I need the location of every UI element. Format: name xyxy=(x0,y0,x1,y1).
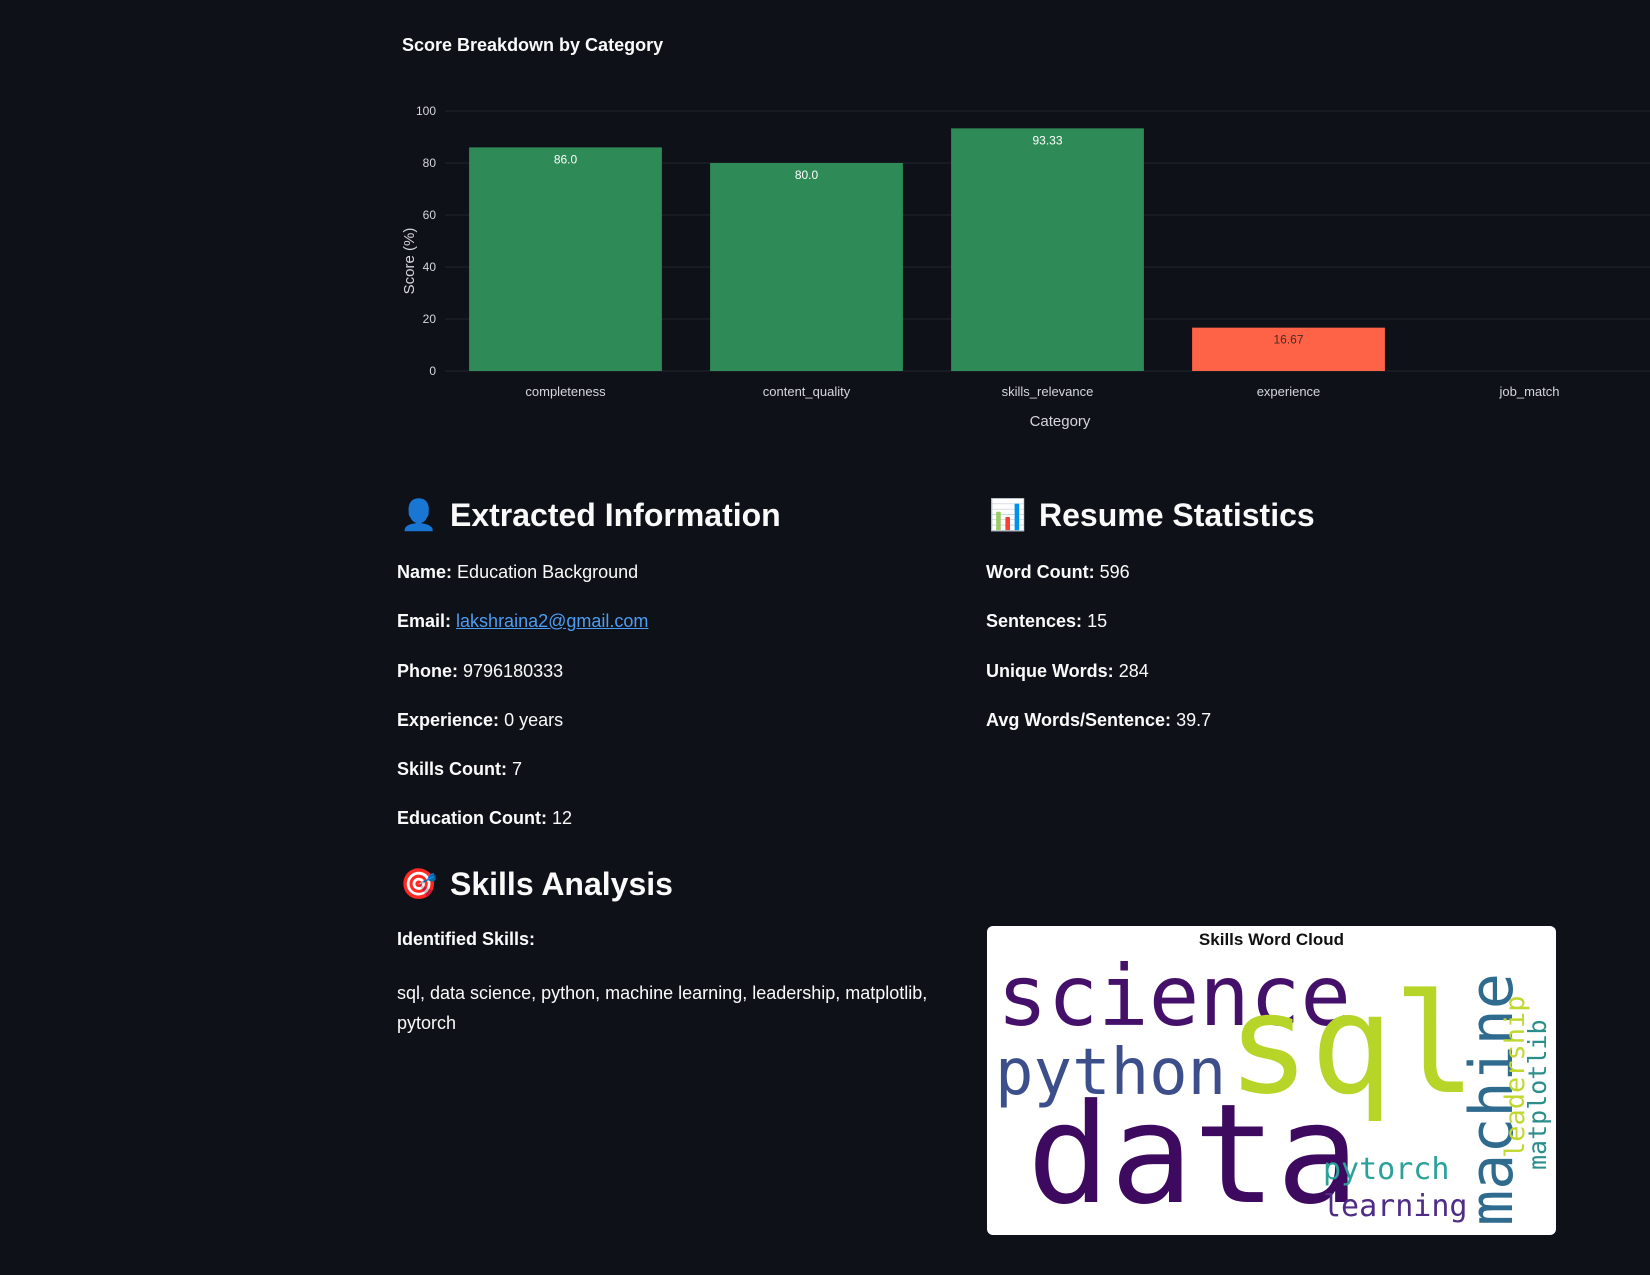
stat-label: Unique Words: xyxy=(986,661,1114,681)
x-tick-label: skills_relevance xyxy=(1002,384,1094,399)
field-experience: Experience: 0 years xyxy=(397,710,563,731)
email-link[interactable]: lakshraina2@gmail.com xyxy=(456,611,648,631)
y-tick-label: 80 xyxy=(423,156,437,170)
field-education-count: Education Count: 12 xyxy=(397,808,572,829)
score-breakdown-chart: Score Breakdown by Category 0 20 40 60 80 100… xyxy=(390,20,1650,440)
person-silhouette-icon: 👤 xyxy=(400,499,438,532)
y-axis-title: Score (%) xyxy=(401,228,418,295)
target-icon: 🎯 xyxy=(400,868,438,901)
skills-analysis-heading: 🎯 Skills Analysis xyxy=(400,866,673,903)
x-tick-label: completeness xyxy=(525,384,606,399)
field-label: Name: xyxy=(397,562,453,582)
resume-stats-heading: 📊 Resume Statistics xyxy=(989,497,1315,534)
field-label: Phone: xyxy=(397,661,458,681)
field-value: 12 xyxy=(552,808,573,828)
stat-value: 284 xyxy=(1118,661,1149,681)
x-tick-label: experience xyxy=(1257,384,1321,399)
bar-chart-icon: 📊 xyxy=(989,499,1027,532)
y-tick-label: 40 xyxy=(423,260,437,274)
field-value: 0 years xyxy=(504,710,564,730)
word-learning: learning xyxy=(1323,1189,1468,1224)
word-data: data xyxy=(1027,1074,1360,1235)
x-axis-title: Category xyxy=(1030,413,1091,430)
bar-value-label: 86.0 xyxy=(554,152,578,166)
chart-title: Score Breakdown by Category xyxy=(402,35,663,55)
resume-stats-title: Resume Statistics xyxy=(1039,497,1315,533)
stat-value: 596 xyxy=(1099,562,1130,582)
stat-value: 15 xyxy=(1087,611,1108,631)
y-tick-label: 100 xyxy=(416,104,436,118)
bar-value-label: 80.0 xyxy=(795,168,819,182)
stat-sentences: Sentences: 15 xyxy=(986,611,1107,632)
y-tick-label: 20 xyxy=(423,312,437,326)
score-chart-svg: Score Breakdown by Category 0 20 40 60 80 100… xyxy=(401,35,1650,430)
bar-content_quality xyxy=(710,163,903,371)
stat-avg-words: Avg Words/Sentence: 39.7 xyxy=(986,710,1211,731)
x-tick-label: content_quality xyxy=(763,384,851,399)
word-pytorch: pytorch xyxy=(1323,1152,1450,1187)
bar-completeness xyxy=(469,147,662,371)
bar-value-label: 16.67 xyxy=(1273,333,1303,347)
bar-value-label: 93.33 xyxy=(1032,133,1062,147)
extracted-info-title: Extracted Information xyxy=(450,497,781,533)
identified-skills-label: Identified Skills: xyxy=(397,929,536,949)
field-value: Education Background xyxy=(457,562,639,582)
stat-label: Word Count: xyxy=(986,562,1095,582)
stat-label: Avg Words/Sentence: xyxy=(986,710,1172,730)
stat-word-count: Word Count: 596 xyxy=(986,562,1130,583)
field-skills-count: Skills Count: 7 xyxy=(397,759,522,780)
field-name: Name: Education Background xyxy=(397,562,638,583)
stat-value: 39.7 xyxy=(1176,710,1212,730)
skills-list-text: sql, data science, python, machine learn… xyxy=(397,983,928,1033)
field-label: Education Count: xyxy=(397,808,547,828)
field-label: Skills Count: xyxy=(397,759,508,779)
field-label: Experience: xyxy=(397,710,500,730)
y-tick-label: 0 xyxy=(429,364,436,378)
field-label: Email: xyxy=(397,611,452,631)
skills-word-cloud: Skills Word Cloud science sql python dat… xyxy=(987,926,1556,1235)
field-phone: Phone: 9796180333 xyxy=(397,661,563,682)
extracted-info-heading: 👤 Extracted Information xyxy=(400,497,781,534)
field-value: 7 xyxy=(512,759,523,779)
word-matplotlib: matplotlib xyxy=(1523,1019,1552,1170)
stat-unique-words: Unique Words: 284 xyxy=(986,661,1149,682)
x-tick-label: job_match xyxy=(1499,384,1560,399)
field-value: 9796180333 xyxy=(463,661,564,681)
bar-skills_relevance xyxy=(951,128,1144,371)
field-email: Email: lakshraina2@gmail.com xyxy=(397,611,648,632)
stat-label: Sentences: xyxy=(986,611,1083,631)
skills-analysis-title: Skills Analysis xyxy=(450,866,673,902)
y-tick-label: 60 xyxy=(423,208,437,222)
